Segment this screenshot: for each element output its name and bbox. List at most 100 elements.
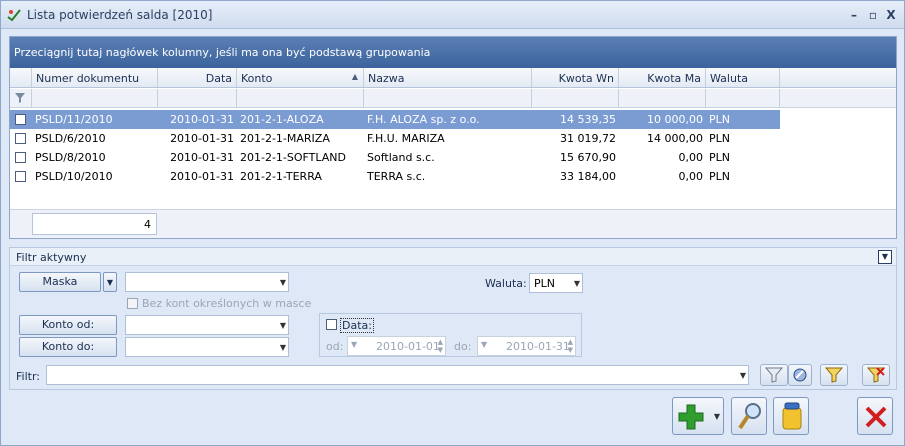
filter-cell-data[interactable] <box>158 89 237 107</box>
cell-numer: PSLD/10/2010 <box>35 170 113 183</box>
konto-od-combo[interactable]: ▼ <box>125 315 289 335</box>
maska-button[interactable]: Maska <box>19 272 101 292</box>
grid-header: Numer dokumentu Data Konto ▲ Nazwa Kwota… <box>10 68 896 88</box>
cell-kwota-wn: 33 184,00 <box>560 170 616 183</box>
advanced-filter-button[interactable] <box>820 364 848 386</box>
filter-clear-button[interactable] <box>788 364 812 386</box>
close-window-button[interactable]: X <box>883 7 899 23</box>
remove-filter-button[interactable] <box>862 364 890 386</box>
group-by-panel[interactable]: Przeciągnij tutaj nagłówek kolumny, jeśl… <box>10 37 896 68</box>
column-header-kwota-ma[interactable]: Kwota Ma <box>619 68 706 87</box>
date-from-field[interactable]: ▼ 2010-01-01 ▲ ▼ <box>347 336 446 356</box>
data-checkbox[interactable] <box>326 319 337 330</box>
cell-nazwa: TERRA s.c. <box>367 170 426 183</box>
add-button[interactable]: ▼ <box>672 397 724 435</box>
row-checkbox[interactable] <box>15 133 26 144</box>
chevron-down-icon: ▼ <box>106 278 114 287</box>
filter-cell-kwota-ma[interactable] <box>619 89 706 107</box>
filtr-input[interactable]: ▼ <box>46 365 749 385</box>
column-header-nazwa[interactable]: Nazwa <box>364 68 532 87</box>
close-button[interactable] <box>857 397 893 435</box>
funnel-icon <box>765 367 783 383</box>
table-row[interactable]: PSLD/8/2010 2010-01-31 201-2-1-SOFTLAND … <box>10 148 780 167</box>
cell-kwota-ma: 10 000,00 <box>647 113 703 126</box>
cell-kwota-ma: 0,00 <box>678 151 704 164</box>
cell-kwota-wn: 14 539,35 <box>560 113 616 126</box>
konto-do-button[interactable]: Konto do: <box>19 337 117 357</box>
app-icon <box>7 9 21 22</box>
cell-data: 2010-01-31 <box>170 132 234 145</box>
view-button[interactable] <box>731 397 767 435</box>
date-from-value: 2010-01-01 <box>376 340 440 353</box>
cell-kwota-ma: 0,00 <box>678 170 704 183</box>
add-dropdown-icon[interactable]: ▼ <box>714 412 720 421</box>
chevron-down-icon: ▼ <box>739 371 746 380</box>
date-from-spinner-icon: ▲ ▼ <box>437 338 443 354</box>
filter-panel: Filtr aktywny ▼ Maska ▼ ▼ Bez kont okreś… <box>9 247 897 390</box>
title-bar: Lista potwierdzeń salda [2010] – ▫ X <box>1 1 904 29</box>
record-count: 4 <box>32 213 157 235</box>
cell-numer: PSLD/6/2010 <box>35 132 106 145</box>
row-checkbox[interactable] <box>15 171 26 182</box>
maska-dropdown-button[interactable]: ▼ <box>103 272 117 292</box>
chevron-down-icon: ▼ <box>573 279 580 288</box>
row-checkbox[interactable] <box>15 152 26 163</box>
filter-row-icon-cell <box>10 89 32 107</box>
chevron-down-icon: ▼ <box>279 343 286 352</box>
filter-cell-nazwa[interactable] <box>364 89 532 107</box>
cell-waluta: PLN <box>709 113 730 126</box>
table-row[interactable]: PSLD/10/2010 2010-01-31 201-2-1-TERRA TE… <box>10 167 780 186</box>
minimize-button[interactable]: – <box>846 7 862 23</box>
cell-kwota-wn: 31 019,72 <box>560 132 616 145</box>
cell-waluta: PLN <box>709 132 730 145</box>
cell-data: 2010-01-31 <box>170 170 234 183</box>
od-label: od: <box>326 340 344 353</box>
filter-panel-title: Filtr aktywny ▼ <box>10 248 896 266</box>
filter-cell-waluta[interactable] <box>706 89 780 107</box>
close-icon <box>865 406 887 428</box>
data-label: Data: <box>340 318 374 333</box>
cell-konto: 201-2-1-ALOZA <box>240 113 324 126</box>
window-title: Lista potwierdzeń salda [2010] <box>27 8 213 22</box>
cell-data: 2010-01-31 <box>170 151 234 164</box>
waluta-combo[interactable]: PLN ▼ <box>529 273 583 293</box>
sort-ascending-icon: ▲ <box>351 72 358 81</box>
column-header-waluta[interactable]: Waluta <box>706 68 780 87</box>
column-header-konto-label: Konto <box>241 72 273 85</box>
cell-konto: 201-2-1-MARIZA <box>240 132 330 145</box>
funnel-icon <box>15 93 25 103</box>
row-checkbox[interactable] <box>15 114 26 125</box>
filter-cell-konto[interactable] <box>237 89 364 107</box>
bez-kont-label: Bez kont określonych w masce <box>142 297 312 310</box>
filter-panel-title-label: Filtr aktywny <box>16 251 87 264</box>
data-group: Data: od: ▼ 2010-01-01 ▲ ▼ do: ▼ 2010-01-… <box>319 313 582 357</box>
document-grid: Przeciągnij tutaj nagłówek kolumny, jeśl… <box>9 36 897 239</box>
cell-data: 2010-01-31 <box>170 113 234 126</box>
header-checkbox-column[interactable] <box>10 68 32 87</box>
konto-od-button[interactable]: Konto od: <box>19 315 117 335</box>
collapse-chevron-icon[interactable]: ▼ <box>878 250 892 264</box>
date-to-field[interactable]: ▼ 2010-01-31 ▲ ▼ <box>477 336 576 356</box>
column-header-data[interactable]: Data <box>158 68 237 87</box>
delete-button[interactable] <box>773 397 809 435</box>
filter-cell-kwota-wn[interactable] <box>532 89 619 107</box>
konto-do-combo[interactable]: ▼ <box>125 337 289 357</box>
cell-konto: 201-2-1-SOFTLAND <box>240 151 346 164</box>
waluta-label: Waluta: <box>485 277 527 290</box>
column-header-numer[interactable]: Numer dokumentu <box>32 68 158 87</box>
eraser-icon <box>793 368 807 382</box>
filter-apply-button[interactable] <box>760 364 788 386</box>
date-to-value: 2010-01-31 <box>506 340 570 353</box>
maximize-button[interactable]: ▫ <box>865 7 881 23</box>
table-row[interactable]: PSLD/6/2010 2010-01-31 201-2-1-MARIZA F.… <box>10 129 780 148</box>
column-header-konto[interactable]: Konto ▲ <box>237 68 364 87</box>
maska-combo[interactable]: ▼ <box>125 272 289 292</box>
do-label: do: <box>454 340 472 353</box>
filter-cell-numer[interactable] <box>32 89 158 107</box>
cell-kwota-wn: 15 670,90 <box>560 151 616 164</box>
column-header-kwota-wn[interactable]: Kwota Wn <box>532 68 619 87</box>
plus-icon <box>678 404 704 430</box>
table-row[interactable]: PSLD/11/2010 2010-01-31 201-2-1-ALOZA F.… <box>10 110 780 129</box>
bez-kont-checkbox[interactable] <box>127 298 138 309</box>
cell-nazwa: F.H. ALOZA sp. z o.o. <box>367 113 480 126</box>
